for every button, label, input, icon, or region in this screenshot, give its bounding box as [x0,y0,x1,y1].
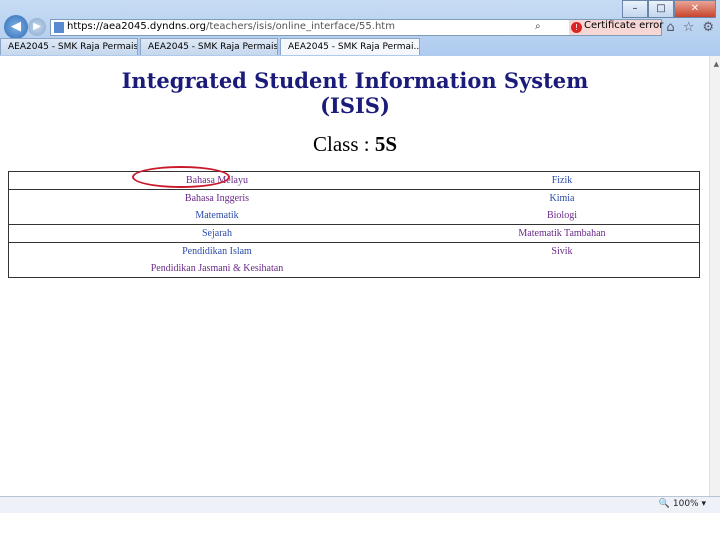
status-bar: 🔍 100% ▾ [0,496,720,514]
subject-link-fizik[interactable]: Fizik [552,175,573,186]
title-line-1: Integrated Student Information System [121,68,589,93]
window-controls: – □ ✕ [622,0,716,18]
table-cell: Pendidikan Islam [7,242,425,260]
cert-error-icon: ! [571,22,582,33]
subject-link-biologi[interactable]: Biologi [547,210,577,221]
close-window-button[interactable]: ✕ [674,0,716,18]
subject-link-pendidikan-jasmani[interactable]: Pendidikan Jasmani & Kesihatan [151,263,283,274]
back-button[interactable]: ◀ [4,15,28,39]
table-cell: Sivik [424,242,700,260]
zoom-level: 100% [672,499,699,509]
tab-strip: AEA2045 - SMK Raja Permaisur... AEA2045 … [0,38,720,56]
subject-link-bahasa-inggeris[interactable]: Bahasa Inggeris [185,193,249,204]
table-cell: Fizik [424,171,700,190]
highlight-circle-annotation [132,166,230,188]
table-cell: Pendidikan Jasmani & Kesihatan [7,260,425,278]
table-row: Pendidikan Islam Sivik [7,242,700,260]
scroll-up-arrow-icon[interactable]: ▲ [714,60,719,68]
table-row: Matematik Biologi [7,207,700,225]
table-row: Pendidikan Jasmani & Kesihatan [7,260,700,278]
url-text[interactable]: https://aea2045.dyndns.org/teachers/isis… [67,21,507,32]
table-row: Bahasa Melayu Fizik [7,171,700,190]
class-value: 5S [374,132,398,156]
subject-link-pendidikan-islam[interactable]: Pendidikan Islam [182,246,252,257]
zoom-icon: 🔍 [658,499,670,509]
page-content: Integrated Student Information System (IS… [0,56,710,496]
favorites-star-icon[interactable]: ☆ [683,20,695,35]
subject-link-sivik[interactable]: Sivik [551,246,572,257]
subject-link-kimia[interactable]: Kimia [549,193,574,204]
table-row: Sejarah Matematik Tambahan [7,224,700,243]
table-cell: Bahasa Inggeris [7,189,425,207]
subject-link-matematik[interactable]: Matematik [195,210,238,221]
zoom-control[interactable]: 🔍 100% ▾ [659,499,706,509]
address-bar[interactable]: https://aea2045.dyndns.org/teachers/isis… [50,19,664,36]
home-icon[interactable]: ⌂ [666,20,674,35]
subject-link-matematik-tambahan[interactable]: Matematik Tambahan [518,228,605,239]
table-cell: Matematik [7,207,425,225]
maximize-button[interactable]: □ [648,0,674,18]
table-cell: Kimia [424,189,700,207]
tab-label: AEA2045 - SMK Raja Permai... [288,41,420,52]
cert-error-label: Certificate error [584,20,664,31]
tab-1[interactable]: AEA2045 - SMK Raja Permaisur... [0,38,138,55]
page-title: Integrated Student Information System (IS… [0,68,710,118]
forward-button[interactable]: ▶ [28,18,46,36]
table-row: Bahasa Inggeris Kimia [7,189,700,207]
class-heading: Class : 5S [0,132,710,157]
subject-link-sejarah[interactable]: Sejarah [202,228,232,239]
url-path: /teachers/isis/online_interface/55.htm [205,21,395,32]
bottom-margin [0,513,720,540]
gear-icon[interactable]: ⚙ [702,20,714,35]
tab-2[interactable]: AEA2045 - SMK Raja Permaisur... [140,38,278,55]
tab-label: AEA2045 - SMK Raja Permaisur... [8,41,138,52]
table-cell: Biologi [424,207,700,225]
tab-3-active[interactable]: AEA2045 - SMK Raja Permai...✕ [280,38,420,55]
table-cell: Sejarah [7,224,425,243]
tab-label: AEA2045 - SMK Raja Permaisur... [148,41,278,52]
subjects-table: Bahasa Melayu Fizik Bahasa Inggeris Kimi… [7,171,700,278]
search-icon[interactable]: ⌕ [535,21,541,32]
vertical-scrollbar[interactable] [709,56,720,496]
minimize-button[interactable]: – [622,0,648,18]
browser-chrome: – □ ✕ ◀ ▶ https://aea2045.dyndns.org/tea… [0,0,720,56]
page-icon [54,22,64,33]
certificate-error-badge[interactable]: ! Certificate error [569,20,664,35]
class-label: Class : [312,132,375,156]
title-line-2: (ISIS) [320,93,390,118]
toolbar-icons: ⌂ ☆ ⚙ [666,20,714,35]
url-host: https://aea2045.dyndns.org [67,21,206,32]
table-cell: Matematik Tambahan [424,224,700,243]
table-cell [424,260,700,278]
